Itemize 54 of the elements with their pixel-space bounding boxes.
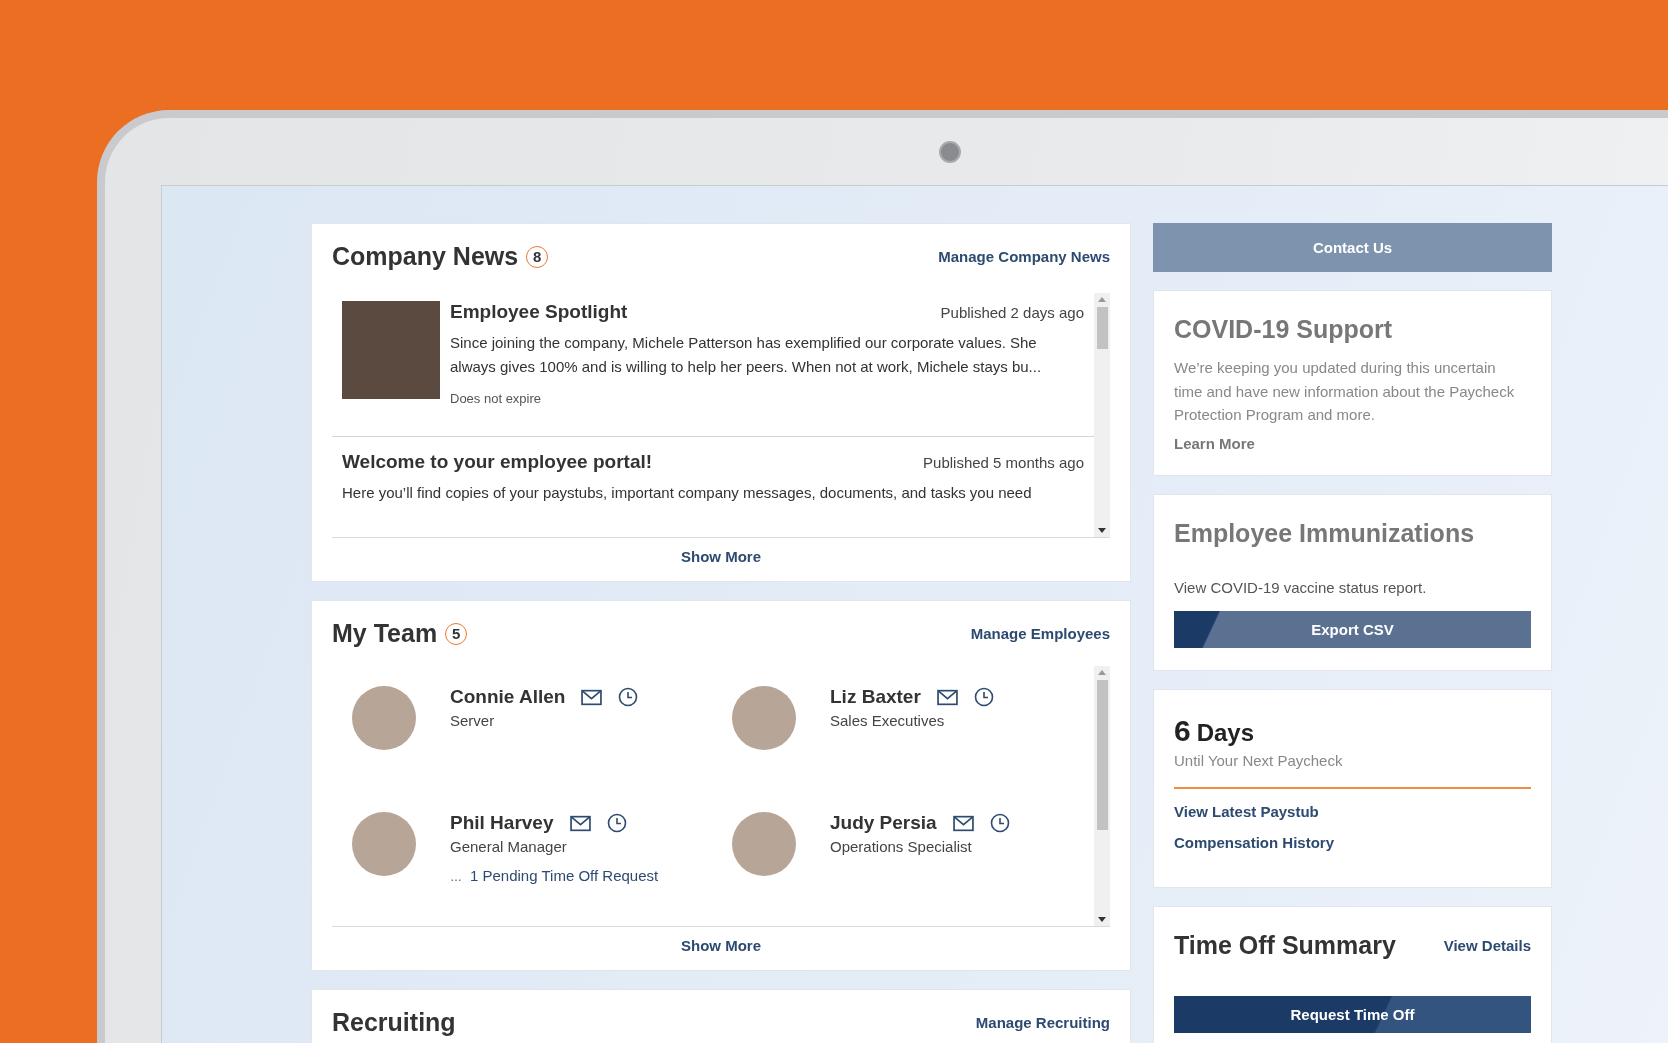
mail-icon[interactable] [581,688,603,706]
employee-role: Sales Executives [830,712,946,729]
card-text: View COVID-19 vaccine status report. [1174,577,1428,598]
news-title[interactable]: Employee Spotlight [450,301,628,323]
camera-icon [939,140,961,163]
employee-name[interactable]: Liz Baxter [830,686,921,708]
mail-icon[interactable] [569,814,591,832]
scrollbar[interactable] [1094,293,1110,537]
pending-request-link[interactable]: 1 Pending Time Off Request [470,867,659,884]
clock-icon[interactable] [973,687,994,707]
card-title: Time Off Summary [1174,930,1396,960]
mail-icon[interactable] [936,688,958,706]
clock-icon[interactable] [618,687,639,707]
card-title: COVID-19 Support [1174,315,1394,344]
employee-name[interactable]: Connie Allen [450,686,566,708]
news-body: Here you’ll find copies of your paystubs, important company messages, documents, and tasks you need [342,483,1033,503]
export-csv-button[interactable]: Export CSV [1174,611,1531,648]
mail-icon[interactable] [952,814,974,832]
section-title: Company News [332,242,519,271]
show-more-link[interactable]: Show More [681,937,761,954]
days-count: 6 [1174,714,1191,748]
paycheck-link[interactable]: Compensation History [1174,833,1531,851]
employee-role: Operations Specialist [830,838,973,855]
scroll-thumb[interactable] [1096,307,1108,349]
paycheck-link[interactable]: View Latest Paystub [1174,802,1531,820]
days-unit: Days [1196,719,1255,747]
clock-icon[interactable] [989,813,1010,833]
published-date: Published 5 months ago [923,454,1084,471]
scroll-down-arrow-icon[interactable] [1098,528,1106,533]
section-title: Recruiting [332,1008,456,1037]
scroll-down-arrow-icon[interactable] [1098,917,1106,922]
manage-link[interactable]: Manage Recruiting [975,1014,1110,1031]
manage-link[interactable]: Manage Employees [970,625,1110,642]
ellipsis-icon: … [450,870,462,884]
manage-link[interactable]: Manage Company News [938,248,1110,265]
employee-role: General Manager [450,838,568,855]
news-title[interactable]: Welcome to your employee portal! [342,451,653,473]
request-time-off-button[interactable]: Request Time Off [1174,995,1531,1033]
show-more-link[interactable]: Show More [681,548,761,565]
view-details-link[interactable]: View Details [1443,936,1531,954]
published-date: Published 2 days ago [940,304,1084,321]
employee-name[interactable]: Phil Harvey [450,812,554,834]
section-title: My Team [332,619,438,648]
expiry-text: Does not expire [450,391,543,406]
employee-name[interactable]: Judy Persia [830,812,937,834]
card-title: Employee Immunizations [1174,518,1476,548]
learn-more-link[interactable]: Learn More [1174,434,1255,452]
scrollbar[interactable] [1094,666,1110,926]
clock-icon[interactable] [606,813,627,833]
employee-role: Server [450,712,496,729]
news-body: Since joining the company, Michele Patterson has exemplified our corporate values. She always gives 100% and is willing to help her peers. When not at work, Michele stays bu... [450,333,1043,377]
paycheck-caption: Until Your Next Paycheck [1174,752,1344,769]
scroll-thumb[interactable] [1096,680,1108,830]
card-text: We’re keeping you updated during this uncertain time and have new information about the Paycheck Protection Program and more. [1174,358,1516,425]
